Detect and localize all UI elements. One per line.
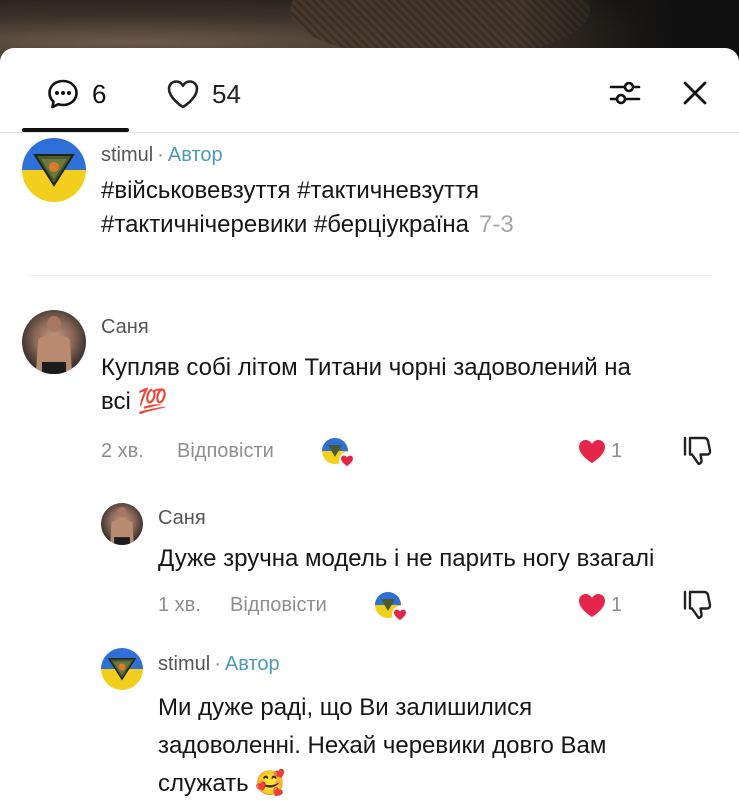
username[interactable]: Саня (101, 316, 149, 338)
tab-likes[interactable]: 54 (166, 74, 241, 114)
comment-text: Ми дуже раді, що Ви залишилися задоволен… (158, 689, 718, 803)
comments-header: 6 54 (0, 48, 739, 133)
hundred-emoji: 💯 (137, 388, 168, 415)
divider (28, 275, 712, 276)
heart-outline-icon (167, 80, 199, 109)
like-button[interactable]: 1 (577, 437, 622, 465)
brand-logo-icon (107, 658, 137, 681)
separator-dot: · (214, 653, 221, 675)
creator-liked-badge (373, 590, 408, 624)
username[interactable]: stimul (158, 653, 210, 675)
thumbs-down-icon (683, 590, 712, 619)
dislike-button[interactable] (682, 435, 714, 467)
close-icon (683, 81, 707, 105)
tab-comments[interactable]: 6 (46, 74, 106, 114)
comment-author-line: Саня (101, 316, 149, 339)
comments-sheet: 6 54 stimul · Автор #військовевзуття #та… (0, 48, 739, 808)
comment-bubble-icon (48, 79, 78, 109)
dislike-button[interactable] (682, 589, 714, 621)
active-tab-indicator (22, 128, 129, 132)
author-badge: Автор (224, 653, 280, 675)
comment-text: #військовевзуття #тактичневзуття #тактич… (101, 174, 514, 242)
close-button[interactable] (678, 76, 712, 110)
author-badge: Автор (167, 144, 223, 166)
like-count: 1 (611, 593, 623, 616)
like-button[interactable]: 1 (577, 591, 622, 619)
like-count: 1 (611, 439, 623, 462)
likes-count: 54 (212, 78, 241, 109)
avatar[interactable] (22, 138, 86, 202)
avatar[interactable] (101, 503, 143, 545)
sliders-icon (609, 81, 641, 105)
reply-button[interactable]: Відповісти (177, 440, 274, 463)
username[interactable]: Саня (158, 507, 206, 529)
comment-text: Дуже зручна модель і не парить ногу взаг… (158, 545, 655, 572)
comments-count: 6 (92, 78, 107, 109)
comment-date: 7-3 (479, 211, 514, 238)
comment-author-line: Саня (158, 507, 206, 530)
username[interactable]: stimul (101, 144, 153, 166)
comment-text-line-2: всі (101, 388, 131, 415)
comment-text-line-1: Купляв собі літом Титани чорні задоволен… (101, 354, 631, 381)
creator-liked-badge-icon (322, 438, 355, 468)
comment-author-line: stimul · Автор (101, 144, 223, 167)
creator-liked-badge (320, 436, 355, 470)
person-photo-icon (36, 316, 72, 374)
comment-time: 1 хв. (158, 594, 201, 616)
hashtags-line-1[interactable]: #військовевзуття #тактичневзуття (101, 174, 514, 208)
hashtags-line-2[interactable]: #тактичнічеревики #берціукраїна (101, 211, 469, 238)
thumbs-down-icon (683, 436, 712, 465)
comment-text-line-2: задоволенні. Нехай черевики довго Вам (158, 732, 607, 759)
avatar[interactable] (22, 310, 86, 374)
comment-text-line-3: служать (158, 770, 249, 797)
filter-button[interactable] (608, 76, 642, 110)
heart-filled-icon (579, 594, 605, 617)
smiling-hearts-emoji: 🥰 (255, 770, 286, 797)
creator-liked-badge-icon (375, 592, 408, 622)
comment-text: Купляв собі літом Титани чорні задоволен… (101, 351, 721, 419)
brand-logo-icon (33, 154, 75, 187)
separator-dot: · (157, 144, 164, 166)
reply-button[interactable]: Відповісти (230, 594, 327, 617)
heart-filled-icon (579, 440, 605, 463)
comment-author-line: stimul · Автор (158, 653, 280, 676)
avatar[interactable] (101, 648, 143, 690)
comment-text-line-1: Ми дуже раді, що Ви залишилися (158, 694, 533, 721)
comment-time: 2 хв. (101, 440, 144, 462)
person-photo-icon (110, 506, 134, 545)
